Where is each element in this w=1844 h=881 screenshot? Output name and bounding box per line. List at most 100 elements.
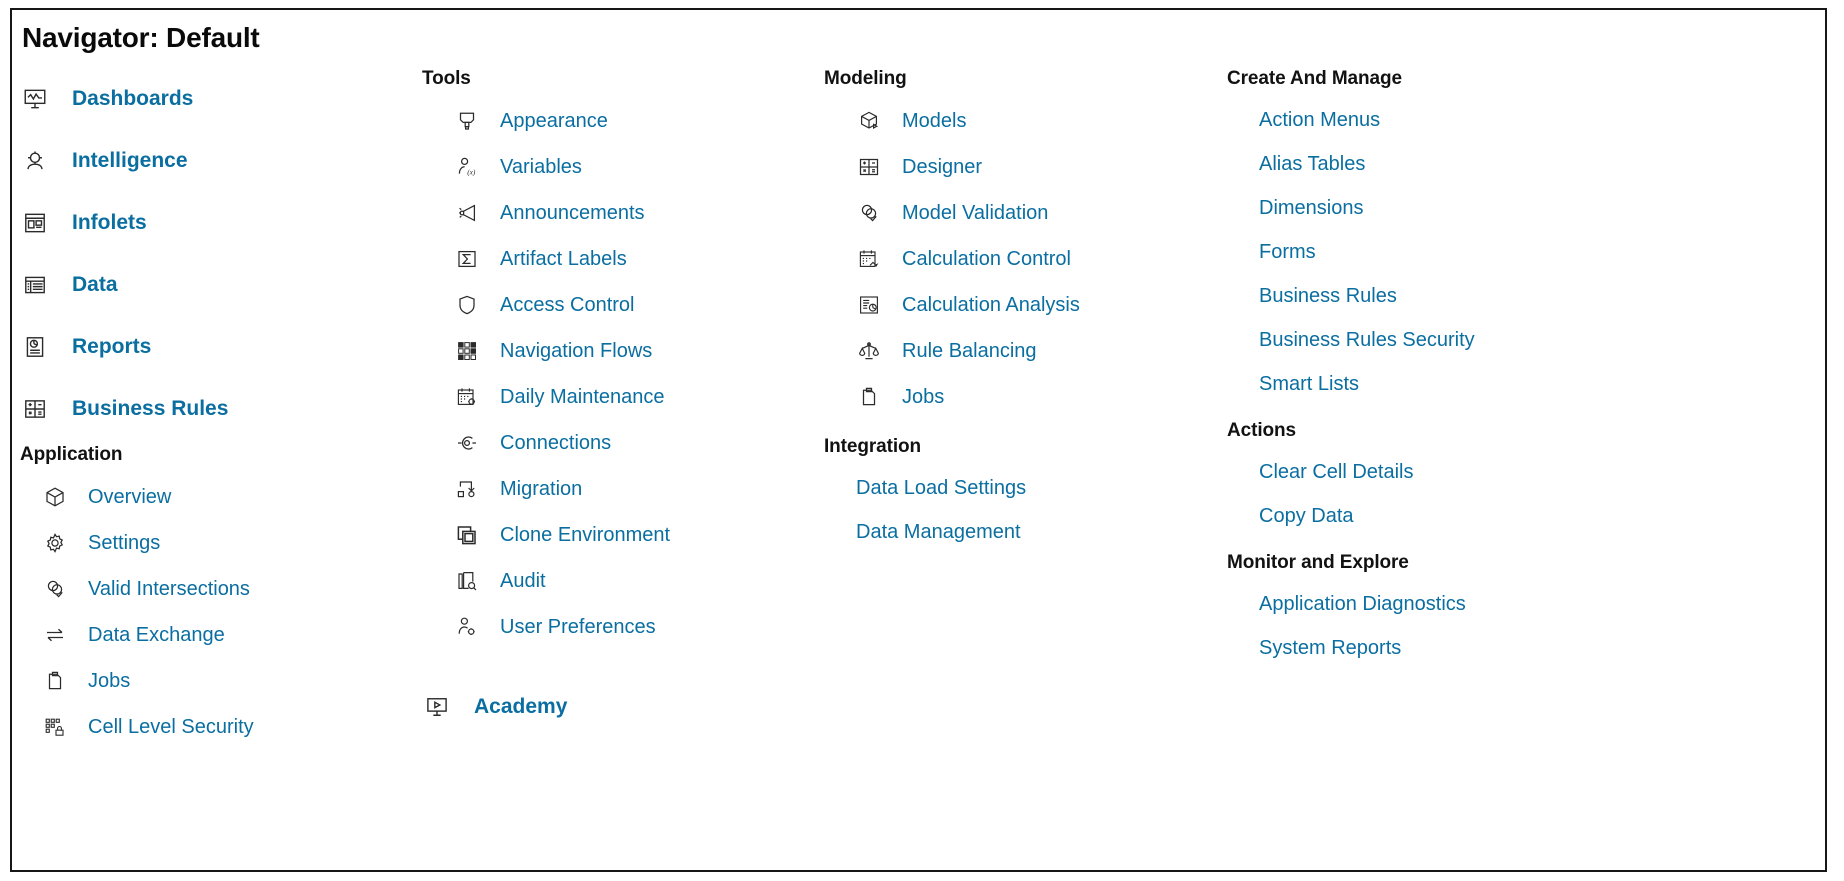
nav-item-connections[interactable]: Connections <box>422 420 822 466</box>
nav-item-audit[interactable]: Audit <box>422 558 822 604</box>
nav-item-label: Data <box>72 273 118 296</box>
nav-item-data[interactable]: Data <box>20 254 420 316</box>
analysis-chart-icon <box>856 292 882 318</box>
nav-item-application-diagnostics[interactable]: Application Diagnostics <box>1227 582 1627 626</box>
nav-item-data-load-settings[interactable]: Data Load Settings <box>824 466 1224 510</box>
group-header-modeling: Modeling <box>824 68 907 89</box>
nav-item-data-management[interactable]: Data Management <box>824 510 1224 554</box>
nav-item-label: Cell Level Security <box>88 715 254 738</box>
calculator-icon <box>856 154 882 180</box>
group-header-application: Application <box>20 444 123 465</box>
nav-item-label: Connections <box>500 431 612 454</box>
nav-item-migration[interactable]: Migration <box>422 466 822 512</box>
nav-item-label: Dimensions <box>1259 196 1364 219</box>
nav-item-business-rules-security[interactable]: Business Rules Security <box>1227 318 1627 362</box>
nav-item-academy[interactable]: Academy <box>422 676 822 738</box>
connection-node-icon <box>454 430 480 456</box>
nav-item-business-rules-cm[interactable]: Business Rules <box>1227 274 1627 318</box>
migration-arrow-icon <box>454 476 480 502</box>
nav-item-rule-balancing[interactable]: Rule Balancing <box>824 328 1224 374</box>
nav-item-label: System Reports <box>1259 636 1402 659</box>
column-navigation: Dashboards Intelligence Infolets Data Re… <box>20 68 420 750</box>
nav-item-reports[interactable]: Reports <box>20 316 420 378</box>
nav-item-forms[interactable]: Forms <box>1227 230 1627 274</box>
nav-item-calculation-analysis[interactable]: Calculation Analysis <box>824 282 1224 328</box>
nav-item-label: Calculation Control <box>902 247 1071 270</box>
nav-item-overview[interactable]: Overview <box>20 474 420 520</box>
nav-item-appearance[interactable]: Appearance <box>422 98 822 144</box>
nav-item-label: Settings <box>88 531 161 554</box>
nav-item-daily-maintenance[interactable]: Daily Maintenance <box>422 374 822 420</box>
nav-item-announcements[interactable]: Announcements <box>422 190 822 236</box>
nav-item-label: Calculation Analysis <box>902 293 1080 316</box>
nav-item-label: Migration <box>500 477 583 500</box>
appearance-paint-icon <box>454 108 480 134</box>
nav-item-calculation-control[interactable]: Calculation Control <box>824 236 1224 282</box>
nav-item-jobs-modeling[interactable]: Jobs <box>824 374 1224 420</box>
nav-item-settings[interactable]: Settings <box>20 520 420 566</box>
column-create-and-manage: Create And Manage Action Menus Alias Tab… <box>1227 68 1627 670</box>
venn-check-icon <box>856 200 882 226</box>
academy-screen-play-icon <box>422 692 452 722</box>
nav-item-label: Navigation Flows <box>500 339 653 362</box>
clone-windows-icon <box>454 522 480 548</box>
nav-item-user-preferences[interactable]: User Preferences <box>422 604 822 650</box>
nav-item-label: Infolets <box>72 211 147 234</box>
nav-item-model-validation[interactable]: Model Validation <box>824 190 1224 236</box>
user-gear-icon <box>454 614 480 640</box>
nav-item-clear-cell-details[interactable]: Clear Cell Details <box>1227 450 1627 494</box>
group-header-integration: Integration <box>824 436 922 457</box>
nav-item-copy-data[interactable]: Copy Data <box>1227 494 1627 538</box>
sigma-box-icon <box>454 246 480 272</box>
nav-item-smart-lists[interactable]: Smart Lists <box>1227 362 1627 406</box>
nav-item-label: Artifact Labels <box>500 247 627 270</box>
nav-item-access-control[interactable]: Access Control <box>422 282 822 328</box>
nav-item-intelligence[interactable]: Intelligence <box>20 130 420 192</box>
nav-item-designer[interactable]: Designer <box>824 144 1224 190</box>
variables-person-x-icon: (x) <box>454 154 480 180</box>
cell-lock-icon <box>42 714 68 740</box>
nav-item-label: Intelligence <box>72 149 188 172</box>
nav-item-dashboards[interactable]: Dashboards <box>20 68 420 130</box>
calendar-calc-icon <box>856 246 882 272</box>
nav-item-label: Rule Balancing <box>902 339 1037 362</box>
nav-item-label: Clear Cell Details <box>1259 460 1414 483</box>
calculator-icon <box>20 394 50 424</box>
nav-item-models[interactable]: Models <box>824 98 1224 144</box>
nav-item-variables[interactable]: (x) Variables <box>422 144 822 190</box>
megaphone-icon <box>454 200 480 226</box>
nav-item-label: Designer <box>902 155 983 178</box>
navigator-panel: Navigator: Default Dashboards Intelligen… <box>10 8 1827 872</box>
audit-search-icon <box>454 568 480 594</box>
nav-item-label: Business Rules <box>72 397 229 420</box>
column-tools: Tools Appearance (x) Variables Announcem… <box>422 68 822 738</box>
nav-item-dimensions[interactable]: Dimensions <box>1227 186 1627 230</box>
nav-item-clone-environment[interactable]: Clone Environment <box>422 512 822 558</box>
nav-item-action-menus[interactable]: Action Menus <box>1227 98 1627 142</box>
nav-item-cell-level-security[interactable]: Cell Level Security <box>20 704 420 750</box>
nav-item-artifact-labels[interactable]: Artifact Labels <box>422 236 822 282</box>
nav-item-infolets[interactable]: Infolets <box>20 192 420 254</box>
nav-item-system-reports[interactable]: System Reports <box>1227 626 1627 670</box>
nav-item-data-exchange[interactable]: Data Exchange <box>20 612 420 658</box>
group-header-tools: Tools <box>422 68 471 89</box>
nav-item-alias-tables[interactable]: Alias Tables <box>1227 142 1627 186</box>
grid-blocks-icon <box>454 338 480 364</box>
nav-item-label: Variables <box>500 155 582 178</box>
nav-item-label: Forms <box>1259 240 1316 263</box>
nav-item-label: Business Rules <box>1259 284 1397 307</box>
group-header-monitor-and-explore: Monitor and Explore <box>1227 552 1409 573</box>
cube-icon <box>42 484 68 510</box>
nav-item-label: Application Diagnostics <box>1259 592 1466 615</box>
nav-item-label: Action Menus <box>1259 108 1381 131</box>
nav-item-business-rules[interactable]: Business Rules <box>20 378 420 440</box>
infolets-panel-icon <box>20 208 50 238</box>
nav-item-label: Model Validation <box>902 201 1049 224</box>
nav-item-label: Jobs <box>88 669 131 692</box>
nav-item-label: Copy Data <box>1259 504 1354 527</box>
nav-item-jobs[interactable]: Jobs <box>20 658 420 704</box>
venn-check-icon <box>42 576 68 602</box>
nav-item-navigation-flows[interactable]: Navigation Flows <box>422 328 822 374</box>
nav-item-valid-intersections[interactable]: Valid Intersections <box>20 566 420 612</box>
shield-icon <box>454 292 480 318</box>
